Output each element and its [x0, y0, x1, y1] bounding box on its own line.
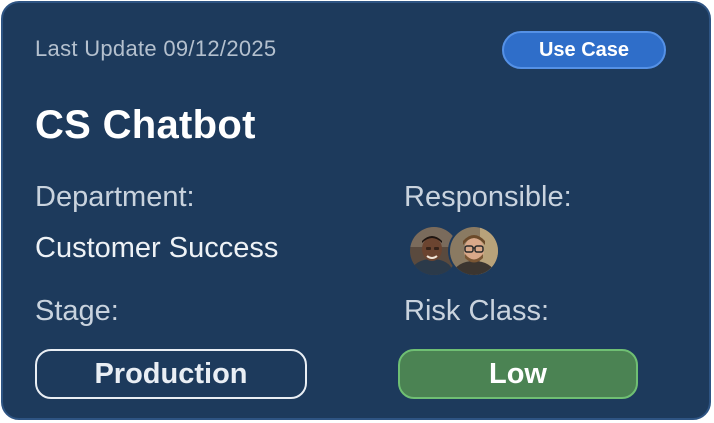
last-update-text: Last Update 09/12/2025 [35, 36, 277, 61]
avatar-person-2[interactable] [448, 225, 500, 277]
responsible-avatars[interactable] [408, 225, 508, 279]
stage-badge: Production [35, 349, 307, 399]
risk-class-label: Risk Class: [404, 295, 550, 327]
card-title: CS Chatbot [35, 103, 256, 147]
risk-class-badge: Low [398, 349, 638, 399]
department-label: Department: [35, 181, 195, 213]
responsible-label: Responsible: [404, 181, 572, 213]
use-case-card[interactable]: Last Update 09/12/2025 Use Case CS Chatb… [1, 1, 711, 420]
department-value: Customer Success [35, 232, 279, 264]
use-case-badge: Use Case [502, 31, 666, 69]
stage-label: Stage: [35, 295, 119, 327]
